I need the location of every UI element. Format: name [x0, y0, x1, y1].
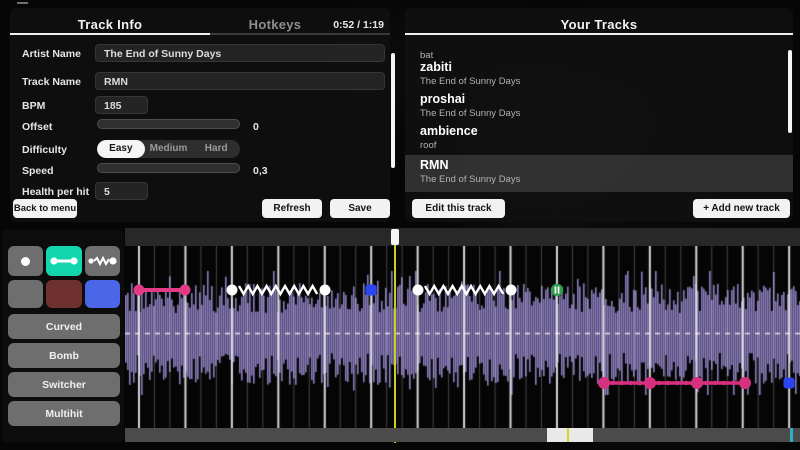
- your-tracks-title: Your Tracks: [405, 17, 793, 32]
- minimap-scrollbar[interactable]: [125, 428, 800, 442]
- track-subtitle: The End of Sunny Days: [420, 174, 793, 185]
- tab-hotkeys[interactable]: Hotkeys: [210, 17, 340, 32]
- track-list-item[interactable]: zabiti The End of Sunny Days: [405, 60, 793, 87]
- tap-note[interactable]: [366, 285, 377, 296]
- health-per-hit-label: Health per hit: [22, 186, 89, 198]
- track-list-item[interactable]: ambience roof: [405, 124, 793, 151]
- track-subtitle: The End of Sunny Days: [420, 76, 793, 87]
- health-per-hit-field[interactable]: 5: [95, 182, 148, 200]
- offset-value: 0: [253, 121, 259, 133]
- hold-note-tool-button-selected[interactable]: [46, 246, 82, 276]
- hold-note[interactable]: [134, 285, 191, 296]
- track-title: zabiti: [420, 60, 793, 74]
- back-to-menu-button[interactable]: Back to menu: [13, 199, 77, 218]
- track-subtitle: roof: [420, 140, 793, 151]
- your-tracks-scrollbar[interactable]: [788, 50, 792, 133]
- multihit-tool-button[interactable]: Multihit: [8, 401, 120, 426]
- zigzag-note-tool-button[interactable]: [85, 246, 120, 276]
- minimap-yellow-marker: [567, 428, 569, 442]
- minimap-thumb[interactable]: [547, 428, 593, 442]
- notes-layer: [125, 246, 800, 428]
- tab-underline-rest: [210, 33, 390, 35]
- track-name-field[interactable]: RMN: [95, 72, 385, 90]
- playhead-handle[interactable]: [391, 229, 399, 245]
- active-tab-underline: [10, 33, 210, 35]
- zigzag-note-icon: [88, 255, 118, 267]
- add-new-track-button[interactable]: + Add new track: [693, 199, 790, 218]
- maroon-color-tool-button[interactable]: [46, 280, 82, 308]
- gray-color-tool-button[interactable]: [8, 280, 43, 308]
- difficulty-hard-button[interactable]: Hard: [192, 140, 240, 158]
- minimap-cyan-marker: [790, 428, 793, 442]
- offset-label: Offset: [22, 121, 52, 133]
- track-subtitle: The End of Sunny Days: [420, 108, 793, 119]
- timeline-editor: [125, 228, 800, 450]
- editor-screen: Track Info Hotkeys 0:52 / 1:19 Artist Na…: [0, 0, 800, 450]
- difficulty-segmented-control: Easy Medium Hard: [97, 140, 240, 158]
- track-title: proshai: [420, 92, 793, 106]
- bomb-tool-button[interactable]: Bomb: [8, 343, 120, 368]
- timeline-header[interactable]: [125, 228, 800, 246]
- switcher-tool-button[interactable]: Switcher: [8, 372, 120, 397]
- your-tracks-underline: [405, 33, 793, 35]
- tap-note[interactable]: [784, 378, 795, 389]
- speed-label: Speed: [22, 165, 54, 177]
- save-button[interactable]: Save: [330, 199, 390, 218]
- edit-this-track-button[interactable]: Edit this track: [412, 199, 505, 218]
- refresh-button[interactable]: Refresh: [262, 199, 322, 218]
- hold-note-icon: [49, 256, 79, 266]
- track-list-item-selected[interactable]: RMN The End of Sunny Days: [405, 155, 793, 192]
- track-list-item[interactable]: proshai The End of Sunny Days: [405, 92, 793, 119]
- switcher-note[interactable]: [551, 284, 563, 296]
- difficulty-easy-button[interactable]: Easy: [97, 140, 145, 158]
- time-display: 0:52 / 1:19: [333, 19, 384, 31]
- tap-note-icon: [21, 257, 30, 266]
- tap-note-tool-button[interactable]: [8, 246, 43, 276]
- bpm-field[interactable]: 185: [95, 96, 148, 114]
- difficulty-label: Difficulty: [22, 144, 67, 156]
- chain-note[interactable]: [598, 377, 751, 389]
- zigzag-note[interactable]: [413, 285, 517, 296]
- track-title: ambience: [420, 124, 793, 138]
- track-title: RMN: [420, 158, 793, 172]
- speed-value: 0,3: [253, 165, 268, 177]
- top-left-dash: [17, 2, 28, 4]
- curved-tool-button[interactable]: Curved: [8, 314, 120, 339]
- artist-name-label: Artist Name: [22, 48, 81, 60]
- bpm-label: BPM: [22, 100, 45, 112]
- speed-slider[interactable]: [97, 163, 240, 173]
- offset-slider[interactable]: [97, 119, 240, 129]
- tab-track-info[interactable]: Track Info: [10, 17, 210, 32]
- track-name-label: Track Name: [22, 76, 81, 88]
- playhead-line[interactable]: [394, 245, 396, 443]
- zigzag-note[interactable]: [227, 285, 331, 296]
- your-tracks-panel: Your Tracks bat zabiti The End of Sunny …: [405, 8, 793, 222]
- artist-name-field[interactable]: The End of Sunny Days: [95, 44, 385, 62]
- difficulty-medium-button[interactable]: Medium: [145, 140, 193, 158]
- blue-color-tool-button[interactable]: [85, 280, 120, 308]
- track-info-panel: Track Info Hotkeys 0:52 / 1:19 Artist Na…: [10, 8, 390, 222]
- track-info-scrollbar[interactable]: [391, 53, 395, 168]
